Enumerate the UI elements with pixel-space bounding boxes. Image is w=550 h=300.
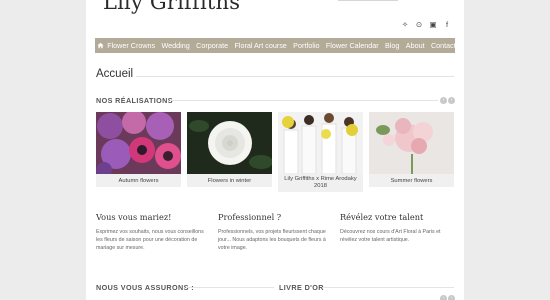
portfolio-card-autumn[interactable]: Autumn flowers	[96, 112, 181, 187]
feature-title[interactable]: Révélez votre talent	[340, 212, 450, 222]
card-caption[interactable]: Lily Griffiths x Rime Arodaky 2018	[278, 174, 363, 192]
card-caption[interactable]: Autumn flowers	[96, 174, 181, 187]
feature-wedding: Vous vous mariez! Exprimez vos souhaits,…	[96, 212, 206, 252]
card-caption[interactable]: Summer flowers	[369, 174, 454, 187]
feature-talent: Révélez votre talent Découvrez nos cours…	[340, 212, 450, 244]
guestbook-next-button[interactable]: ›	[448, 295, 455, 300]
nav-item-contact[interactable]: Contact	[428, 38, 459, 53]
nav-item-corporate[interactable]: Corporate	[193, 38, 231, 53]
feature-title[interactable]: Professionnel ?	[218, 212, 328, 222]
guestbook-prev-button[interactable]: ‹	[440, 295, 447, 300]
social-links: ✧ ⊙ ▣ f	[401, 21, 451, 29]
nav-item-about[interactable]: About	[403, 38, 428, 53]
guestbook-divider	[322, 287, 454, 288]
nav-item-wedding[interactable]: Wedding	[158, 38, 193, 53]
facebook-icon[interactable]: f	[443, 21, 451, 29]
page: Lily Griffiths ✧ ⊙ ▣ f Flower Crowns Wed…	[86, 0, 464, 300]
feature-professional: Professionnel ? Professionnels, vos proj…	[218, 212, 328, 252]
assurance-heading: NOUS VOUS ASSURONS :	[96, 283, 194, 292]
carousel-next-button[interactable]: ›	[448, 97, 455, 104]
assurance-divider	[186, 287, 274, 288]
realisations-divider	[170, 100, 438, 101]
feature-title[interactable]: Vous vous mariez!	[96, 212, 206, 222]
carousel-prev-button[interactable]: ‹	[440, 97, 447, 104]
collab-image[interactable]	[278, 112, 363, 174]
instagram-icon[interactable]: ▣	[429, 21, 437, 29]
autumn-flowers-image[interactable]	[96, 112, 181, 174]
nav-item-portfolio[interactable]: Portfolio	[290, 38, 323, 53]
winter-flowers-image[interactable]	[187, 112, 272, 174]
feature-text: Professionnels, vos projets fleurissent …	[218, 229, 326, 251]
home-icon[interactable]	[97, 38, 104, 53]
title-divider	[136, 76, 454, 77]
guestbook-heading: LIVRE D'OR	[279, 283, 324, 292]
feature-text: Exprimez vos souhaits, nous vous conseil…	[96, 229, 204, 251]
carousel-arrows: ‹ ›	[440, 97, 455, 104]
portfolio-card-collab[interactable]: Lily Griffiths x Rime Arodaky 2018	[278, 112, 363, 192]
nav-item-flower-crowns[interactable]: Flower Crowns	[104, 38, 158, 53]
nav-item-floral-art-course[interactable]: Floral Art course	[231, 38, 290, 53]
page-title: Accueil	[96, 68, 134, 80]
feature-text: Découvrez nos cours d'Art Floral à Paris…	[340, 229, 441, 243]
guestbook-arrows: ‹ ›	[440, 295, 455, 300]
card-caption[interactable]: Flowers in winter	[187, 174, 272, 187]
portfolio-card-winter[interactable]: Flowers in winter	[187, 112, 272, 187]
twitter-icon[interactable]: ✧	[401, 21, 409, 29]
summer-flowers-image[interactable]	[369, 112, 454, 174]
nav-item-blog[interactable]: Blog	[382, 38, 403, 53]
portfolio-card-summer[interactable]: Summer flowers	[369, 112, 454, 187]
realisations-heading: NOS RÉALISATIONS	[96, 96, 173, 105]
pinterest-icon[interactable]: ⊙	[415, 21, 423, 29]
top-divider	[338, 0, 398, 1]
nav-item-flower-calendar[interactable]: Flower Calendar	[323, 38, 382, 53]
site-logo[interactable]: Lily Griffiths	[103, 0, 240, 14]
main-navigation: Flower Crowns Wedding Corporate Floral A…	[95, 38, 456, 53]
